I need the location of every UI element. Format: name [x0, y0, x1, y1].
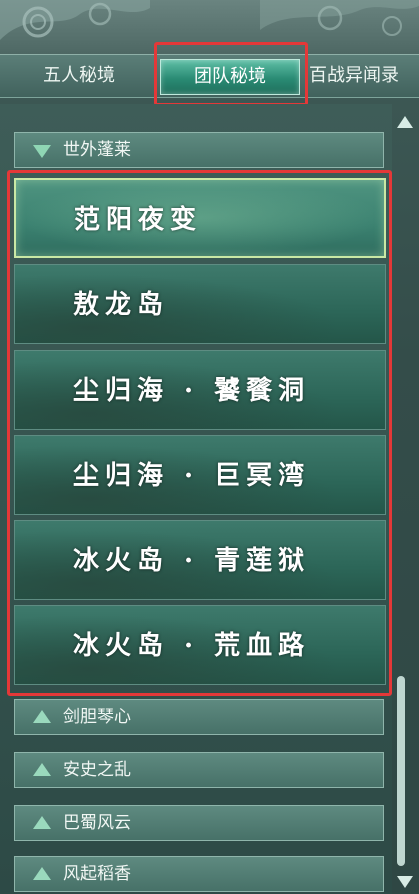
- scrollbar-thumb[interactable]: [397, 676, 405, 866]
- scroll-down-arrow-icon[interactable]: [397, 876, 413, 888]
- scroll-up-arrow-icon[interactable]: [397, 116, 413, 128]
- category-label: 风起稻香: [63, 864, 131, 884]
- category-label: 剑胆琴心: [63, 707, 131, 727]
- category-label: 巴蜀风云: [63, 813, 131, 833]
- category-header-collapsed[interactable]: 风起稻香: [14, 856, 384, 892]
- category-label: 安史之乱: [63, 760, 131, 780]
- triangle-up-icon: [33, 816, 51, 829]
- category-header-collapsed[interactable]: 剑胆琴心: [14, 699, 384, 735]
- list-highlight-box: [7, 170, 392, 696]
- triangle-up-icon: [33, 710, 51, 723]
- category-header-collapsed[interactable]: 巴蜀风云: [14, 805, 384, 841]
- tab-baizhan[interactable]: 百战异闻录: [309, 58, 419, 94]
- category-header-expanded[interactable]: 世外蓬莱: [14, 132, 384, 168]
- triangle-up-icon: [33, 763, 51, 776]
- category-header-collapsed[interactable]: 安史之乱: [14, 752, 384, 788]
- triangle-up-icon: [33, 867, 51, 880]
- triangle-down-icon: [33, 145, 51, 158]
- tab-five-person[interactable]: 五人秘境: [16, 58, 142, 94]
- tab-highlight-box: [154, 42, 308, 106]
- category-label: 世外蓬莱: [63, 140, 131, 160]
